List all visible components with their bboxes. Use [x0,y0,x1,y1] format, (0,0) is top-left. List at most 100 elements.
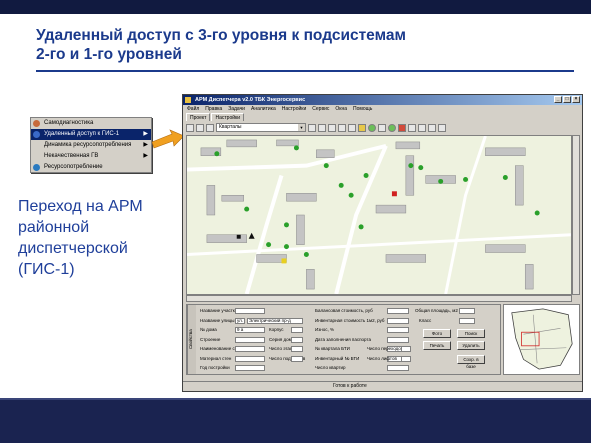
description-text: Переход на АРМ районной диспетчерской (Г… [18,198,143,278]
save-button[interactable]: Сохр. в базе [457,355,485,369]
print-button[interactable]: Печать [423,341,451,350]
field-input[interactable] [387,317,409,324]
menu-item[interactable]: Задачи [228,105,245,113]
building [286,193,317,202]
marker-green [214,151,220,157]
field-input[interactable] [401,355,411,362]
search-button[interactable]: Поиск [457,329,485,338]
zoom-out-icon[interactable] [318,123,326,132]
field-input[interactable]: 9 а [235,327,265,333]
marker-green [303,252,309,257]
menu-item[interactable]: Аналитика [251,105,276,113]
info-icon[interactable] [378,123,386,132]
bottom-band-edge [0,398,591,400]
slide-title: Удаленный доступ с 3-го уровня к подсист… [36,26,556,64]
field-input[interactable] [291,355,303,362]
app-window: АРМ Диспетчера v2.0 ТБК Энергосервис _ □… [182,94,583,392]
form-side-tab[interactable]: Свойства [187,305,196,374]
building [206,185,216,216]
menu-item[interactable]: Сервис [312,105,329,113]
context-menu: Самодиагностика Удаленный доступ к ГИС-1 ▶… [30,117,152,173]
field-input[interactable] [235,355,265,362]
building [395,141,421,150]
refresh-icon[interactable] [408,123,416,132]
submenu-arrow-icon: ▶ [143,131,148,137]
field-input[interactable] [291,346,303,352]
pan-icon[interactable] [328,123,336,132]
field-label: Число переходов [367,346,404,351]
menu-item[interactable]: Окна [335,105,347,113]
zoom-in-icon[interactable] [308,123,316,132]
field-input[interactable] [387,365,409,371]
filter-icon[interactable] [418,123,426,132]
field-label: Инвентарная стоимость 1м2, руб [315,317,385,323]
menu-item[interactable]: Помощь [353,105,372,113]
photo-button[interactable]: Фото [423,329,451,338]
menu-item[interactable]: Файл [187,105,199,113]
maximize-icon[interactable]: □ [563,96,571,103]
select-icon[interactable] [338,123,346,132]
marker-green [438,178,444,184]
map-vertical-scrollbar[interactable] [572,135,580,295]
chevron-down-icon[interactable]: ▼ [298,124,305,131]
window-controls: _ □ × [554,96,580,103]
field-label: Класс [419,318,432,323]
field-input[interactable] [235,308,265,314]
object-green-icon[interactable] [368,123,376,132]
field-input[interactable]: ул. [235,317,245,324]
field-input[interactable] [291,336,303,343]
marker-green [358,224,364,230]
marker-red [391,191,397,197]
building [385,254,427,263]
field-input[interactable] [459,308,475,314]
search-icon[interactable] [428,123,436,132]
street-input[interactable]: Электрический пр-д [247,317,303,324]
field-input[interactable] [291,327,303,333]
app-menubar: Файл Правка Задачи Аналитика Настройки Сервис… [183,105,582,113]
marker-green [266,242,272,248]
context-menu-item-label: Самодиагностика [44,120,94,126]
print-icon[interactable] [206,123,214,132]
context-menu-item-label: Некачественная ГВ [44,153,99,159]
overview-minimap[interactable] [503,304,580,375]
menu-item[interactable]: Настройки [282,105,307,113]
city-map[interactable] [186,135,572,295]
measure-icon[interactable] [348,123,356,132]
layer-icon[interactable] [358,123,366,132]
marker-green [418,165,424,171]
context-menu-item[interactable]: Удаленный доступ к ГИС-1 ▶ [31,129,151,140]
person-icon [33,120,40,127]
field-input[interactable] [235,365,265,371]
save-icon[interactable] [196,123,204,132]
field-input[interactable] [387,327,409,333]
minimize-icon[interactable]: _ [554,96,562,103]
map-horizontal-scrollbar[interactable] [186,295,572,302]
context-menu-item[interactable]: Ресурсопотребление [31,162,151,173]
app-titlebar: АРМ Диспетчера v2.0 ТБК Энергосервис _ □… [183,95,582,105]
context-menu-item[interactable]: Самодиагностика [31,118,151,129]
open-icon[interactable] [186,123,194,132]
settings-icon[interactable] [438,123,446,132]
menu-item[interactable]: Правка [205,105,222,113]
field-input[interactable] [387,336,409,343]
app-title: АРМ Диспетчера v2.0 ТБК Энергосервис [195,97,306,103]
field-label: Корпус [269,327,284,332]
field-input[interactable] [459,318,475,324]
field-label: Название улицы [200,317,235,323]
tab[interactable]: Настройки [211,113,245,121]
field-input[interactable] [387,308,409,314]
field-input[interactable] [235,336,265,343]
arrow-shape [151,129,185,149]
object-status-icon[interactable] [388,123,396,132]
building [375,204,407,214]
alarm-icon[interactable] [398,123,406,132]
field-input[interactable] [401,346,411,352]
layer-select[interactable]: Кварталы ▼ [216,123,306,132]
tab[interactable]: Проект [186,113,211,121]
context-menu-item[interactable]: Динамика ресурсопотребления ▶ [31,140,151,151]
globe-icon [33,164,40,171]
close-icon[interactable]: × [572,96,580,103]
field-input[interactable] [235,346,265,352]
delete-button[interactable]: Удалить [457,341,485,350]
context-menu-item[interactable]: Некачественная ГВ ▶ [31,151,151,162]
